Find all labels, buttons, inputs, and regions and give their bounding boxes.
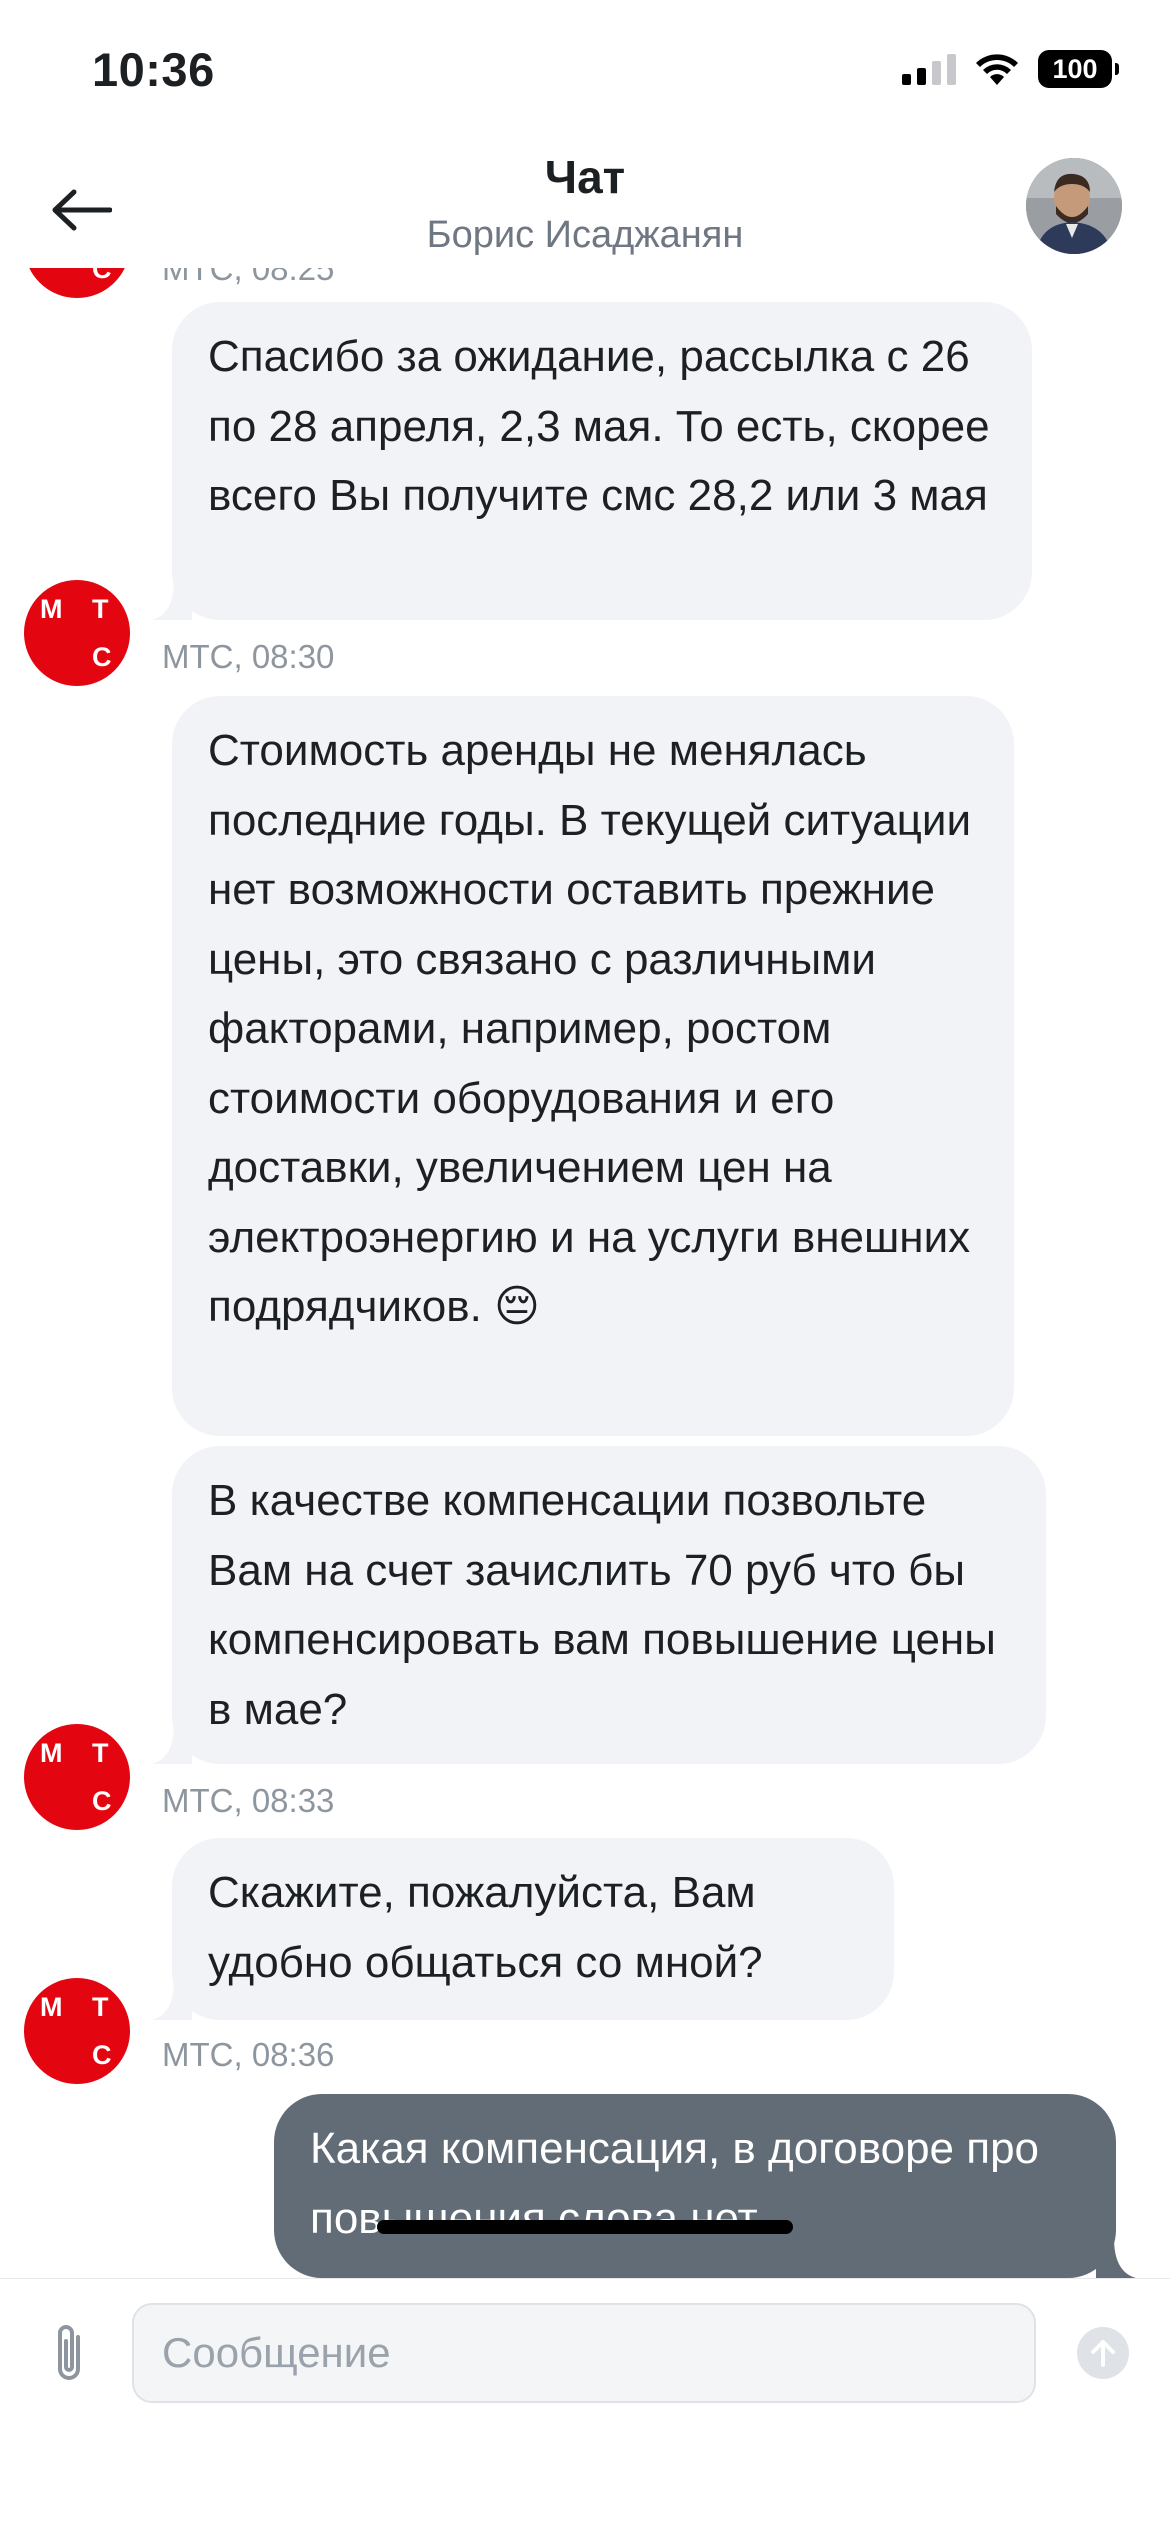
avatar-letter: Т	[92, 1738, 109, 1768]
sender-avatar: М Т С	[24, 1724, 130, 1830]
incoming-message[interactable]: Скажите, пожалуйста, Вам удобно общаться…	[152, 1838, 894, 2020]
message-meta: МТС, 08:30	[162, 638, 335, 675]
battery-icon: 100	[1038, 50, 1119, 88]
incoming-message[interactable]: Спасибо за ожидание, рассылка с 26 по 28…	[152, 302, 1032, 620]
message-text: Скажите, пожалуйста, Вам удобно общаться…	[208, 1868, 763, 1987]
bubble-tail	[152, 1980, 192, 2020]
bubble-tail	[152, 580, 192, 620]
incoming-message[interactable]: Стоимость аренды не менялась последние г…	[172, 696, 1014, 1436]
message-meta: МТС, 08:25	[162, 268, 335, 287]
avatar-letter: С	[92, 642, 112, 672]
outgoing-message[interactable]: Какая компенсация, в договоре про повыше…	[274, 2094, 1136, 2278]
status-bar: 10:36 100	[0, 0, 1170, 150]
avatar-letter: М	[40, 1992, 63, 2022]
status-icons: 100	[902, 50, 1119, 88]
avatar-letter: М	[40, 594, 63, 624]
message-input[interactable]	[132, 2303, 1036, 2403]
signal-icon	[902, 53, 956, 85]
message-list[interactable]: М Т С МТС, 08:25 Спасибо за ожидание, ра…	[0, 268, 1170, 2278]
avatar-letter: Т	[92, 1992, 109, 2022]
page-title: Чат	[544, 151, 626, 203]
status-time: 10:36	[92, 43, 215, 96]
message-text: Стоимость аренды не менялась последние г…	[208, 726, 972, 1331]
avatar-letter: Т	[92, 594, 109, 624]
bubble-tail	[1096, 2238, 1136, 2278]
user-avatar[interactable]	[1026, 158, 1122, 254]
avatar-letter: С	[92, 268, 112, 284]
home-indicator[interactable]	[377, 2220, 793, 2234]
send-arrow-icon	[1091, 2340, 1115, 2367]
sender-avatar: М Т С	[24, 1978, 130, 2084]
message-meta: МТС, 08:33	[162, 1782, 335, 1819]
avatar-letter: С	[92, 1786, 112, 1816]
attach-button[interactable]	[44, 2321, 94, 2389]
avatar-letter: С	[92, 2040, 112, 2070]
message-composer	[0, 2278, 1170, 2532]
sender-avatar: М Т С	[24, 580, 130, 686]
bubble-tail	[152, 1724, 192, 1764]
chat-header: Чат Борис Исаджанян	[0, 150, 1170, 268]
wifi-icon	[976, 54, 1018, 85]
avatar-letter: М	[40, 1738, 63, 1768]
message-meta: МТС, 08:36	[162, 2036, 335, 2073]
sender-avatar: М Т С	[24, 268, 130, 298]
send-button[interactable]	[1077, 2327, 1129, 2379]
paperclip-icon	[58, 2325, 80, 2380]
message-text: Спасибо за ожидание, рассылка с 26 по 28…	[208, 332, 990, 520]
chat-partner-name: Борис Исаджанян	[426, 214, 744, 256]
incoming-message[interactable]: В качестве компенсации позвольте Вам на …	[152, 1446, 1046, 1764]
message-text: В качестве компенсации позвольте Вам на …	[208, 1476, 996, 1734]
